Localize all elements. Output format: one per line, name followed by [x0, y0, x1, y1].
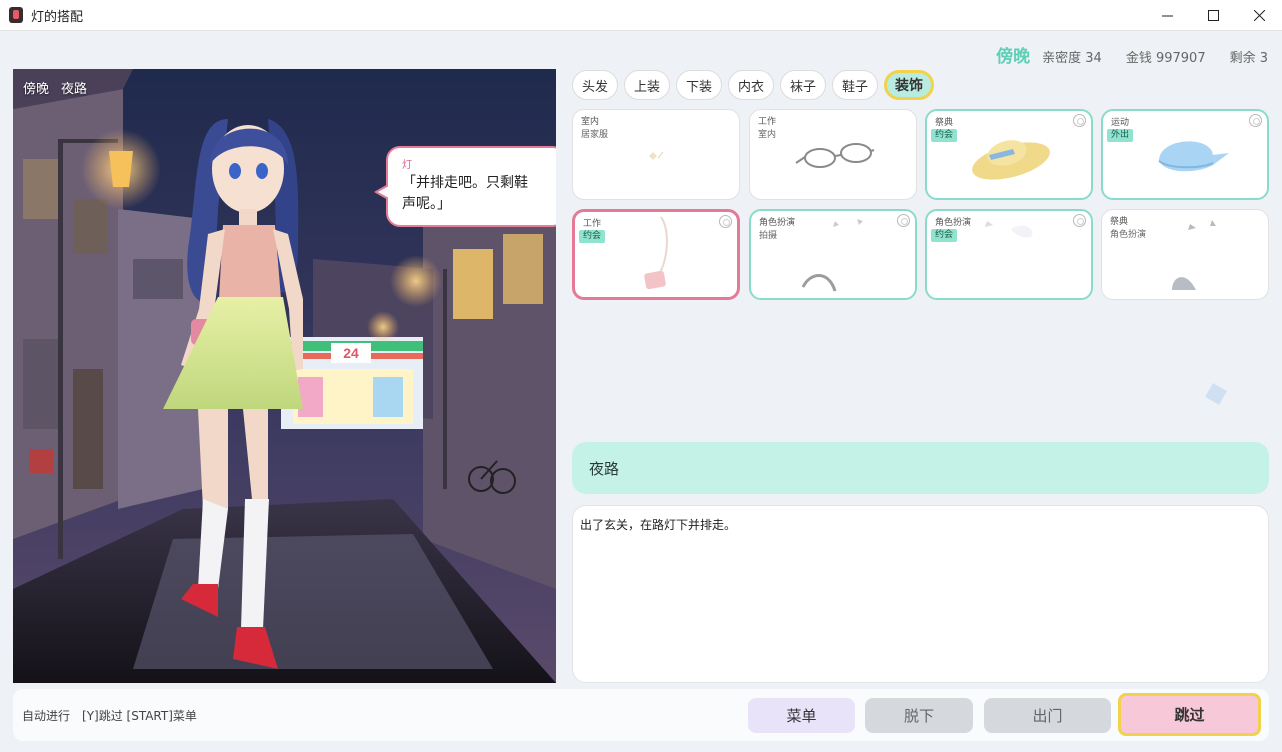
tab-underwear[interactable]: 内衣 [728, 70, 774, 100]
dialogue-line-1: 「并排走吧。只剩鞋 [402, 175, 528, 191]
location-panel: 夜路 [572, 442, 1269, 494]
description-text: 出了玄关，在路灯下并排走。 [580, 518, 737, 532]
hairband-icon [801, 219, 863, 292]
decorative-shape [1205, 383, 1227, 405]
window-title: 灯的搭配 [31, 9, 84, 25]
menu-button[interactable]: 菜单 [748, 698, 855, 733]
time-of-day: 傍晚 [996, 47, 1031, 67]
go-out-button[interactable]: 出门 [984, 698, 1111, 733]
straw-hat-icon [972, 140, 1050, 180]
tab-tops[interactable]: 上装 [624, 70, 670, 100]
remaining-value: 剩余 3 [1229, 51, 1268, 66]
store-sign-text: 24 [343, 345, 359, 361]
scene-place: 夜路 [61, 82, 88, 97]
skip-button[interactable]: 跳过 [1118, 693, 1261, 736]
description-panel: 出了玄关，在路灯下并排走。 [572, 505, 1269, 683]
ornament-icon [649, 151, 664, 160]
affection-value: 亲密度 34 [1042, 51, 1102, 66]
scene-time: 傍晚 [23, 82, 50, 97]
status-bar: 傍晚 亲密度 34 金钱 997907 剩余 3 [996, 42, 1268, 67]
glasses-icon [795, 143, 875, 168]
window-controls [1144, 0, 1282, 31]
item-card[interactable]: 角色扮演 约会 [925, 209, 1093, 300]
shortcut-hint: [Y]跳过 [START]菜单 [82, 709, 197, 723]
category-tabs: 头发 上装 下装 内衣 袜子 鞋子 装饰 [572, 70, 934, 100]
control-hints: 自动进行 [Y]跳过 [START]菜单 [22, 707, 197, 724]
item-card[interactable]: 室内 居家服 [572, 109, 740, 200]
dialogue-bubble: 灯 「并排走吧。只剩鞋 声呢。」 [374, 146, 556, 227]
tab-bottoms[interactable]: 下装 [676, 70, 722, 100]
cap-icon [1158, 141, 1229, 172]
scene-info: 傍晚 夜路 [23, 78, 87, 97]
bottom-bar: 自动进行 [Y]跳过 [START]菜单 菜单 脱下 出门 跳过 [13, 689, 1269, 741]
maximize-icon [1207, 10, 1219, 21]
shoulder-bag-icon [644, 216, 668, 290]
location-name: 夜路 [589, 459, 620, 478]
scene-view: 24 傍晚 夜路 灯 「并排走吧。只剩鞋 声呢。」 [13, 69, 556, 683]
money-value: 金钱 997907 [1125, 51, 1206, 66]
app-icon [9, 7, 23, 23]
tab-hair[interactable]: 头发 [572, 70, 618, 100]
tab-socks[interactable]: 袜子 [780, 70, 826, 100]
auto-advance-label[interactable]: 自动进行 [22, 707, 70, 724]
minimize-button[interactable] [1144, 0, 1190, 31]
maximize-button[interactable] [1190, 0, 1236, 31]
title-bar: 灯的搭配 [0, 0, 1282, 31]
tab-shoes[interactable]: 鞋子 [832, 70, 878, 100]
item-card[interactable]: 祭典 角色扮演 [1101, 209, 1269, 300]
ribbon-icon [985, 221, 1033, 238]
item-card[interactable]: 工作 室内 [749, 109, 917, 200]
undress-button[interactable]: 脱下 [865, 698, 973, 733]
close-icon [1253, 10, 1265, 21]
item-card[interactable]: 角色扮演 拍摄 [749, 209, 917, 300]
dialogue-line-2: 声呢。」 [402, 196, 451, 212]
headpiece-icon [1172, 220, 1216, 290]
item-card[interactable]: 运动 外出 [1101, 109, 1269, 200]
dialogue-speaker: 灯 [402, 160, 412, 171]
minimize-icon [1161, 15, 1173, 17]
item-card[interactable]: 工作 约会 [572, 209, 740, 300]
tab-accessories[interactable]: 装饰 [884, 70, 934, 100]
close-button[interactable] [1236, 0, 1282, 31]
item-card[interactable]: 祭典 约会 [925, 109, 1093, 200]
